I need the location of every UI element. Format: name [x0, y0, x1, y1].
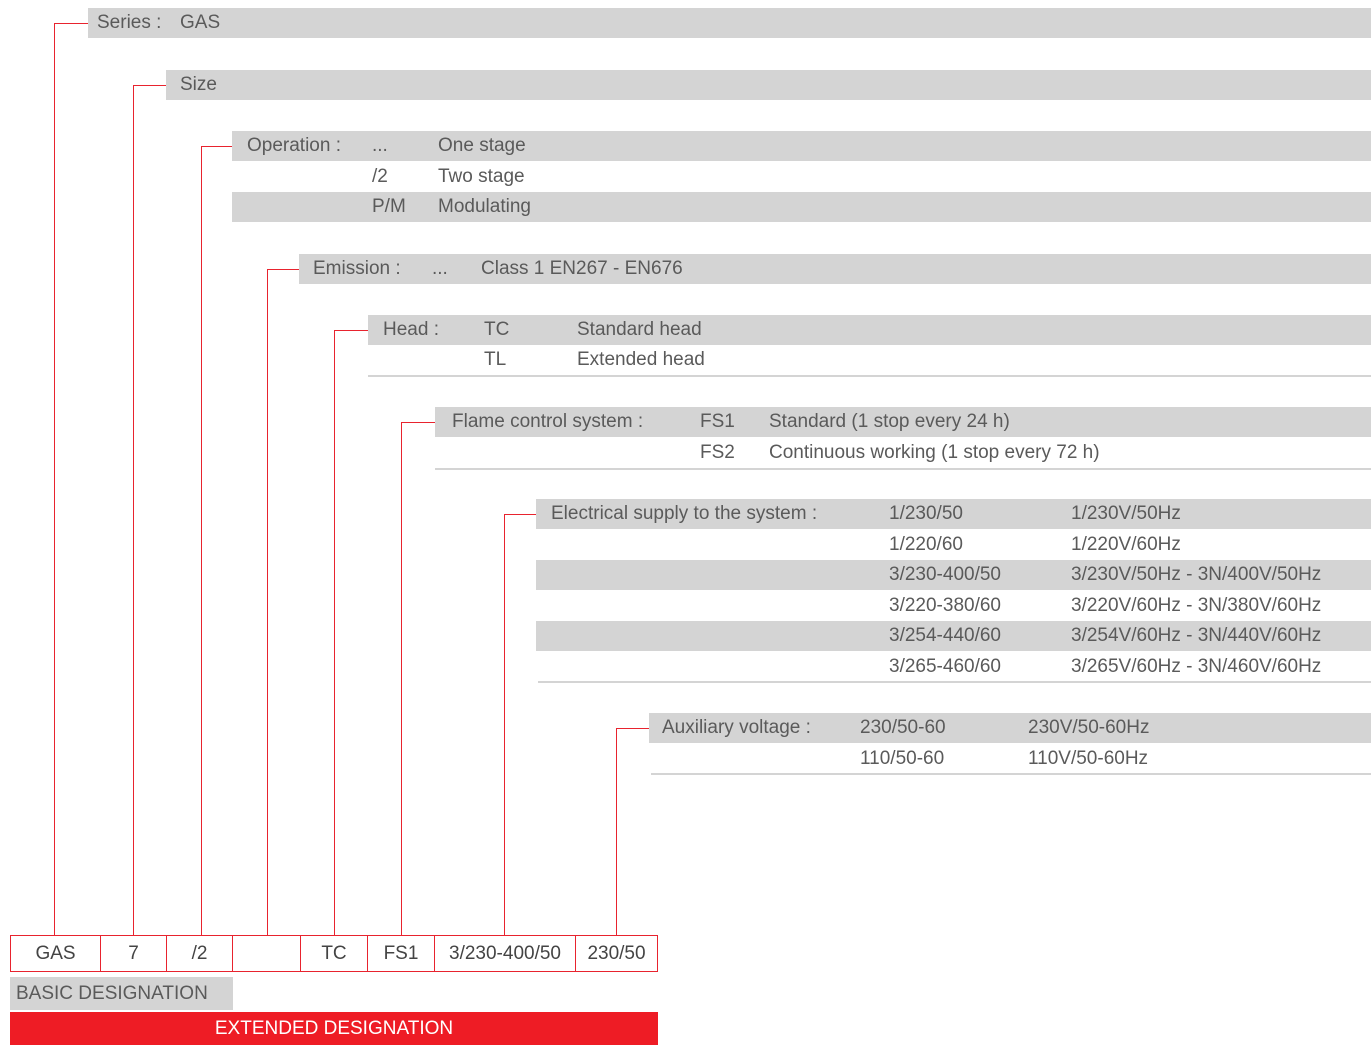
flame-label: Flame control system : [452, 411, 644, 432]
operation-desc: Modulating [438, 196, 531, 217]
connector-supply-v [504, 514, 505, 935]
connector-series-h [54, 23, 88, 24]
connector-size-v [133, 85, 134, 935]
size-label: Size [180, 74, 217, 95]
auxiliary-desc: 230V/50-60Hz [1028, 717, 1150, 738]
supply-desc: 3/220V/60Hz - 3N/380V/60Hz [1071, 595, 1322, 616]
operation-band-1 [232, 131, 1371, 161]
auxiliary-desc: 110V/50-60Hz [1028, 748, 1149, 769]
connector-auxiliary-v [616, 728, 617, 935]
connector-auxiliary-h [616, 728, 649, 729]
flame-divider [435, 468, 1371, 470]
supply-desc: 1/220V/60Hz [1071, 534, 1181, 555]
connector-emission-h [267, 269, 299, 270]
emission-label: Emission : [313, 258, 401, 279]
designation-box-supply: 3/230-400/50 [434, 935, 576, 972]
emission-code: ... [432, 258, 448, 279]
supply-code: 1/220/60 [889, 534, 963, 555]
connector-flame-h [401, 422, 435, 423]
auxiliary-label: Auxiliary voltage : [662, 717, 811, 738]
connector-operation-v [201, 146, 202, 935]
designation-box-flame: FS1 [367, 935, 435, 972]
operation-code: /2 [372, 166, 388, 187]
connector-size-h [133, 85, 166, 86]
operation-desc: One stage [438, 135, 526, 156]
supply-desc: 3/230V/50Hz - 3N/400V/50Hz [1071, 564, 1322, 585]
flame-code: FS1 [700, 411, 735, 432]
flame-desc: Standard (1 stop every 24 h) [769, 411, 1010, 432]
connector-head-v [334, 330, 335, 935]
connector-flame-v [401, 422, 402, 935]
designation-box-head: TC [300, 935, 368, 972]
auxiliary-divider [651, 773, 1371, 775]
designation-box-operation: /2 [166, 935, 233, 972]
series-band [88, 8, 1371, 38]
designation-box-auxiliary: 230/50 [575, 935, 658, 972]
operation-code: ... [372, 135, 388, 156]
connector-emission-v [267, 269, 268, 935]
head-code: TC [484, 319, 510, 340]
operation-code: P/M [372, 196, 406, 217]
supply-code: 1/230/50 [889, 503, 963, 524]
extended-designation-label: EXTENDED DESIGNATION [10, 1012, 658, 1045]
emission-band [299, 254, 1371, 284]
connector-head-h [334, 330, 368, 331]
flame-code: FS2 [700, 442, 735, 463]
head-band [368, 315, 1371, 345]
connector-supply-h [504, 514, 536, 515]
head-divider [368, 375, 1371, 377]
size-band [166, 70, 1371, 100]
supply-desc: 3/265V/60Hz - 3N/460V/60Hz [1071, 656, 1322, 677]
designation-box-emission [232, 935, 301, 972]
designation-box-size: 7 [100, 935, 167, 972]
operation-desc: Two stage [438, 166, 525, 187]
supply-code: 3/265-460/60 [889, 656, 1001, 677]
supply-code: 3/254-440/60 [889, 625, 1001, 646]
supply-desc: 1/230V/50Hz [1071, 503, 1181, 524]
basic-designation-label: BASIC DESIGNATION [10, 977, 233, 1010]
auxiliary-code: 110/50-60 [860, 748, 945, 769]
head-code: TL [484, 349, 507, 370]
auxiliary-code: 230/50-60 [860, 717, 946, 738]
supply-code: 3/220-380/60 [889, 595, 1001, 616]
designation-box-series: GAS [10, 935, 101, 972]
head-desc: Extended head [577, 349, 705, 370]
emission-desc: Class 1 EN267 - EN676 [481, 258, 683, 279]
series-value: GAS [180, 12, 221, 33]
connector-operation-h [201, 146, 232, 147]
head-desc: Standard head [577, 319, 702, 340]
series-label: Series : [97, 12, 162, 33]
supply-divider [538, 681, 1371, 683]
supply-desc: 3/254V/60Hz - 3N/440V/60Hz [1071, 625, 1322, 646]
connector-series-v [54, 23, 55, 935]
supply-code: 3/230-400/50 [889, 564, 1001, 585]
head-label: Head : [383, 319, 439, 340]
supply-label: Electrical supply to the system : [551, 503, 818, 524]
flame-desc: Continuous working (1 stop every 72 h) [769, 442, 1100, 463]
operation-label: Operation : [247, 135, 341, 156]
